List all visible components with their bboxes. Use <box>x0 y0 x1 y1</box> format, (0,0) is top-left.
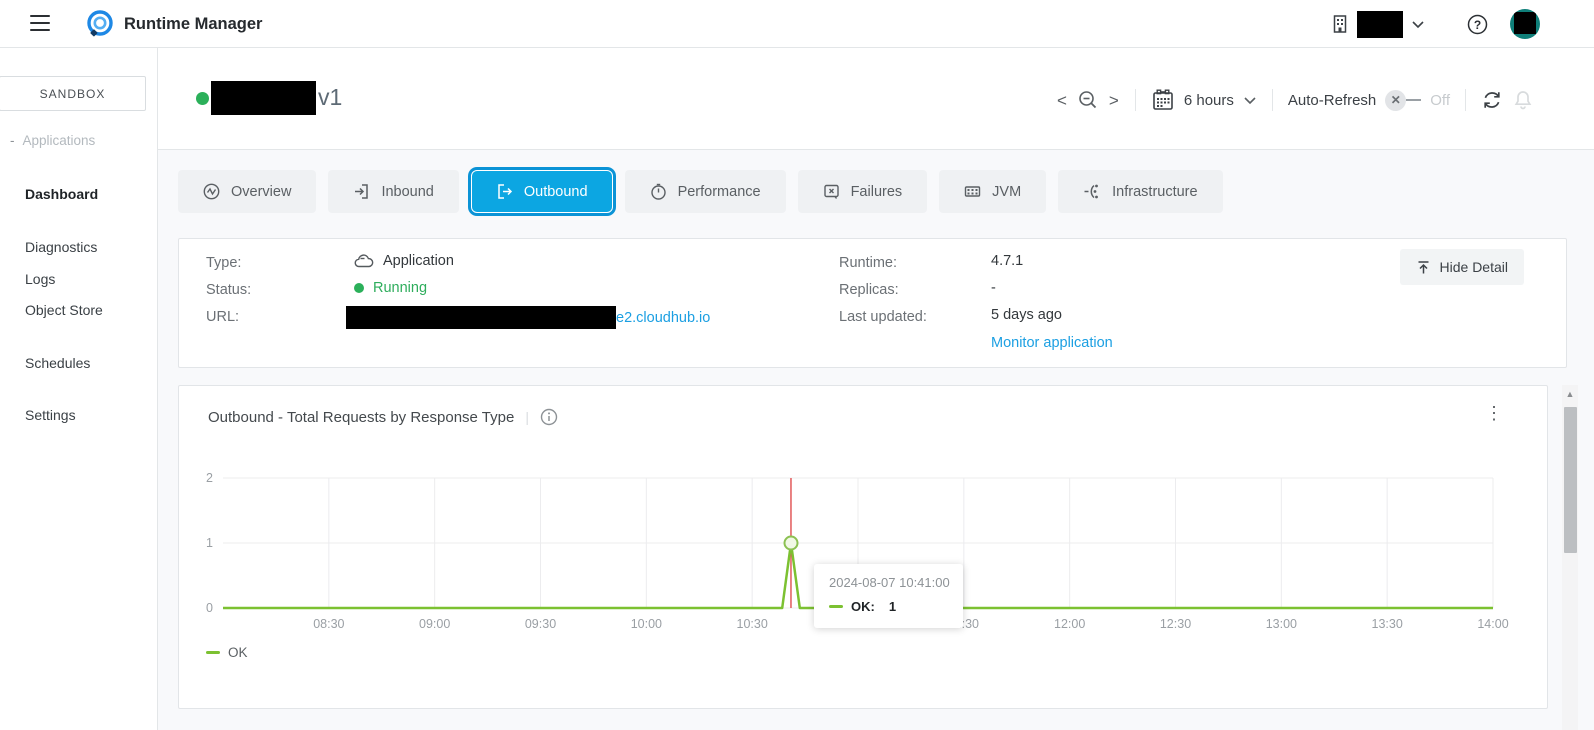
svg-text:13:30: 13:30 <box>1372 617 1403 631</box>
chart-tooltip: 2024-08-07 10:41:00 OK: 1 <box>814 564 963 628</box>
hide-detail-button[interactable]: Hide Detail <box>1400 249 1524 285</box>
cloudhub-url-link[interactable]: e2.cloudhub.io <box>616 310 710 326</box>
sidebar-item-logs[interactable]: Logs <box>25 271 55 287</box>
running-status-dot <box>354 283 364 293</box>
app-name-redacted <box>211 81 316 115</box>
top-navbar: Runtime Manager ? <box>0 0 1594 48</box>
notifications-bell-icon[interactable] <box>1512 89 1534 111</box>
organization-icon <box>1331 14 1349 34</box>
last-updated-value: 5 days ago <box>991 307 1062 323</box>
toggle-track <box>1406 99 1421 102</box>
url-label: URL: <box>206 309 239 325</box>
auto-refresh-label: Auto-Refresh <box>1288 92 1376 109</box>
time-next-button[interactable]: > <box>1108 92 1120 109</box>
chevron-down-icon[interactable] <box>1243 96 1257 105</box>
scrollbar-thumb[interactable] <box>1564 407 1577 553</box>
svg-text:13:00: 13:00 <box>1266 617 1297 631</box>
svg-text:08:30: 08:30 <box>313 617 344 631</box>
collapse-up-icon <box>1416 260 1431 275</box>
divider <box>1135 89 1136 111</box>
svg-text:12:00: 12:00 <box>1054 617 1085 631</box>
tooltip-series-name: OK: <box>851 599 875 614</box>
tab-outbound[interactable]: Outbound <box>471 170 613 213</box>
sidebar-item-object-store[interactable]: Object Store <box>25 302 103 318</box>
time-prev-button[interactable]: < <box>1056 92 1068 109</box>
tooltip-series-row: OK: 1 <box>829 599 963 614</box>
sidebar-item-schedules[interactable]: Schedules <box>25 355 90 371</box>
svg-text:10:00: 10:00 <box>631 617 662 631</box>
calendar-icon[interactable] <box>1151 88 1175 112</box>
tab-jvm[interactable]: JVM <box>939 170 1046 213</box>
svg-text:14:00: 14:00 <box>1477 617 1508 631</box>
line-chart[interactable]: 01208:3009:0009:3010:0010:3011:0011:3012… <box>179 386 1547 708</box>
sidebar-section-applications[interactable]: -Applications <box>10 133 95 148</box>
scrollbar-up-arrow[interactable]: ▲ <box>1562 389 1578 399</box>
sidebar-item-diagnostics[interactable]: Diagnostics <box>25 239 97 255</box>
svg-text:2: 2 <box>206 471 213 485</box>
tab-performance[interactable]: Performance <box>625 170 786 213</box>
runtime-manager-logo-icon[interactable] <box>84 8 116 40</box>
toggle-x-icon: ✕ <box>1385 90 1406 111</box>
svg-text:10:30: 10:30 <box>737 617 768 631</box>
cloud-icon <box>354 254 374 269</box>
svg-text:09:00: 09:00 <box>419 617 450 631</box>
sidebar-nav: SANDBOX -Applications Dashboard Diagnost… <box>0 48 158 730</box>
tab-inbound[interactable]: Inbound <box>328 170 458 213</box>
tab-overview[interactable]: Overview <box>178 170 316 213</box>
runtime-manager-page: Runtime Manager ? SANDBOX -Applications … <box>0 0 1594 730</box>
dashboard-tabs: Overview Inbound Outbound Performance Fa… <box>178 170 1223 213</box>
avatar-redacted <box>1514 12 1536 34</box>
chart-legend[interactable]: OK <box>206 645 248 660</box>
divider <box>1272 89 1273 111</box>
svg-text:?: ? <box>1474 18 1481 32</box>
url-value: e2.cloudhub.io <box>346 306 710 329</box>
tab-infrastructure[interactable]: Infrastructure <box>1058 170 1222 213</box>
outbound-chart-card: Outbound - Total Requests by Response Ty… <box>178 385 1548 709</box>
status-label: Status: <box>206 282 251 298</box>
time-controls: < > 6 hours Auto-Refresh ✕ Off <box>1056 86 1534 114</box>
replicas-value: - <box>991 280 996 296</box>
type-label: Type: <box>206 255 241 271</box>
svg-text:1: 1 <box>206 536 213 550</box>
svg-text:12:30: 12:30 <box>1160 617 1191 631</box>
help-icon[interactable]: ? <box>1467 14 1488 35</box>
url-redacted <box>346 306 616 329</box>
last-updated-label: Last updated: <box>839 309 927 325</box>
app-status-dot <box>196 92 209 105</box>
header-right-cluster: ? <box>1331 0 1540 48</box>
status-value: Running <box>354 280 427 296</box>
tooltip-series-value: 1 <box>889 599 896 614</box>
legend-ok-dash <box>206 651 220 655</box>
environment-selector[interactable]: SANDBOX <box>0 76 146 111</box>
chevron-down-icon[interactable] <box>1411 20 1425 29</box>
time-range-selector[interactable]: 6 hours <box>1184 92 1234 109</box>
type-value: Application <box>354 253 454 269</box>
runtime-value: 4.7.1 <box>991 253 1023 269</box>
series-color-dash <box>829 605 843 609</box>
auto-refresh-toggle[interactable]: ✕ <box>1385 90 1421 111</box>
auto-refresh-state: Off <box>1430 92 1450 109</box>
svg-text:0: 0 <box>206 601 213 615</box>
monitor-application-link[interactable]: Monitor application <box>991 335 1113 351</box>
sidebar-item-settings[interactable]: Settings <box>25 407 76 423</box>
tooltip-timestamp: 2024-08-07 10:41:00 <box>829 575 963 590</box>
divider <box>1465 89 1466 111</box>
legend-ok-label: OK <box>228 645 248 660</box>
sidebar-item-dashboard[interactable]: Dashboard <box>25 186 98 202</box>
refresh-icon[interactable] <box>1481 89 1503 111</box>
tab-failures[interactable]: Failures <box>798 170 928 213</box>
replicas-label: Replicas: <box>839 282 899 298</box>
vertical-scrollbar[interactable]: ▲ <box>1562 385 1578 730</box>
hamburger-menu-icon[interactable] <box>30 15 50 31</box>
runtime-label: Runtime: <box>839 255 897 271</box>
app-name-suffix: v1 <box>318 84 342 111</box>
application-detail-panel: Type: Application Status: Running URL: e… <box>178 238 1567 368</box>
user-avatar[interactable] <box>1510 9 1540 39</box>
collapse-dash-icon: - <box>10 133 15 148</box>
zoom-out-icon[interactable] <box>1077 89 1099 111</box>
org-name-redacted[interactable] <box>1357 11 1403 38</box>
app-title: Runtime Manager <box>124 0 262 48</box>
svg-text:09:30: 09:30 <box>525 617 556 631</box>
